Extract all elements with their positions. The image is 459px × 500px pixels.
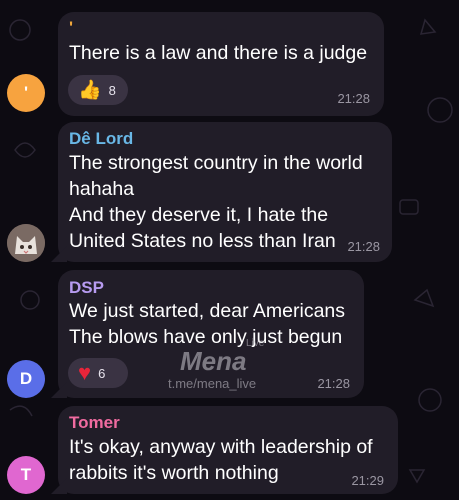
message-text-line: hahaha <box>69 178 135 200</box>
bubble-tail <box>51 246 67 262</box>
message-text-line: United States no less than Iran <box>69 230 336 252</box>
avatar[interactable]: T <box>7 456 45 494</box>
bubble-tail <box>51 382 67 398</box>
reaction-count: 8 <box>108 82 116 98</box>
message-text-line: There is a law and there is a judge <box>69 42 368 64</box>
avatar-initial: T <box>20 465 32 484</box>
message-text-line: The strongest country in the world <box>69 152 363 174</box>
avatar[interactable] <box>7 224 45 262</box>
message-text-line: And they deserve it, I hate the <box>69 204 329 226</box>
message-bubble[interactable]: Dê Lord The strongest country in the wor… <box>51 122 392 262</box>
message-bubble[interactable]: Tomer It's okay, anyway with leadership … <box>51 406 398 494</box>
thumbs-up-icon: 👍 <box>78 79 102 101</box>
message-time: 21:28 <box>337 91 370 106</box>
watermark-link: t.me/mena_live <box>168 376 257 391</box>
sender-name[interactable]: DSP <box>69 278 104 298</box>
avatar-initial: D <box>19 369 33 388</box>
message-time: 21:28 <box>347 239 380 254</box>
sender-name[interactable]: Dê Lord <box>69 129 133 149</box>
cat-avatar-image <box>7 224 45 262</box>
message-time: 21:29 <box>351 473 384 488</box>
sender-name[interactable]: Tomer <box>69 413 120 433</box>
message-text-line: It's okay, anyway with leadership of <box>69 436 373 458</box>
message-text-line: We just started, dear Americans <box>69 300 346 322</box>
watermark-brand: Mena <box>180 346 247 376</box>
reaction-count: 6 <box>98 365 106 381</box>
message-time: 21:28 <box>317 376 350 391</box>
reaction-pill[interactable]: 👍 8 <box>68 75 128 105</box>
avatar[interactable]: D <box>7 360 45 398</box>
avatar[interactable]: ' <box>7 74 45 112</box>
message-text-line: rabbits it's worth nothing <box>69 462 279 484</box>
message-bubble[interactable]: ' There is a law and there is a judge 👍 … <box>58 12 384 116</box>
sender-name[interactable]: ' <box>69 18 73 38</box>
watermark-live: Live <box>246 338 265 349</box>
avatar-initial: ' <box>23 83 29 102</box>
heart-icon: ♥ <box>78 360 92 385</box>
bubble-tail <box>51 478 67 494</box>
reaction-pill[interactable]: ♥ 6 <box>68 358 128 388</box>
